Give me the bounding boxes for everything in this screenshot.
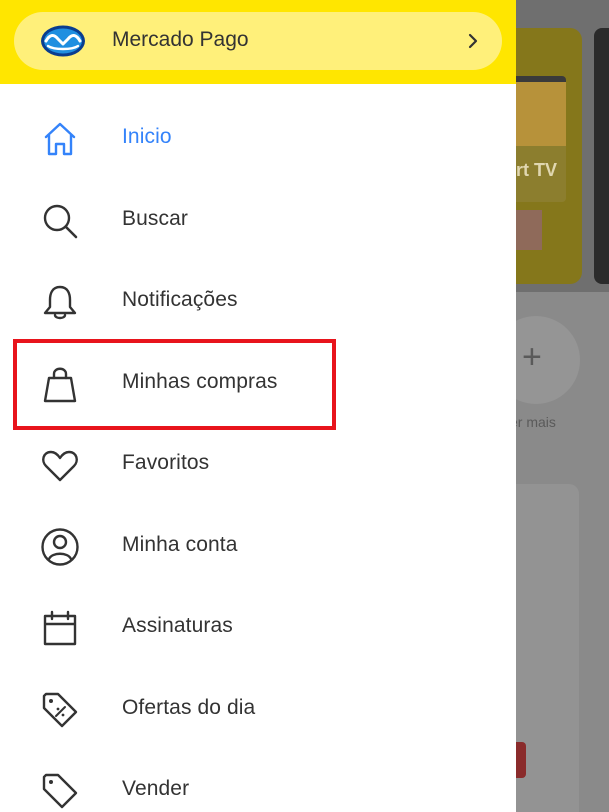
tag-percent-icon: [42, 692, 78, 727]
menu-item-label: Notificações: [122, 288, 238, 311]
menu-item-label: Minhas compras: [122, 369, 278, 393]
drawer-header: Mercado Pago: [0, 0, 516, 84]
heart-icon: [42, 450, 78, 482]
bell-icon: [43, 285, 77, 320]
menu-item-favoritos[interactable]: Favoritos: [0, 423, 516, 505]
menu-item-label: Inicio: [122, 125, 172, 148]
background-product-image: [516, 210, 542, 250]
menu-item-label: Buscar: [122, 206, 188, 230]
search-icon: [43, 204, 78, 238]
app-viewport: rt TV + er mais Mercado Pago Inicio Busc…: [0, 0, 609, 812]
menu-item-minha-conta[interactable]: Minha conta: [0, 505, 516, 587]
mercado-pago-logo-icon: [41, 25, 85, 57]
menu-item-inicio[interactable]: Inicio: [0, 97, 516, 179]
plus-icon: +: [522, 338, 542, 376]
calendar-icon: [43, 610, 77, 646]
menu-item-label: Ofertas do dia: [122, 695, 256, 719]
menu-item-minhas-compras[interactable]: Minhas compras: [0, 342, 516, 424]
background-next-banner: [594, 28, 609, 284]
mercado-pago-button[interactable]: Mercado Pago: [14, 12, 502, 70]
home-icon: [44, 122, 76, 156]
menu-item-notificacoes[interactable]: Notificações: [0, 260, 516, 342]
drawer-menu: Inicio Buscar Notificações Minhas compra…: [0, 97, 516, 812]
menu-item-label: Assinaturas: [122, 614, 233, 637]
menu-item-vender[interactable]: Vender: [0, 749, 516, 812]
menu-item-ofertas-do-dia[interactable]: Ofertas do dia: [0, 668, 516, 750]
user-icon: [41, 527, 79, 566]
menu-item-label: Vender: [122, 777, 190, 800]
menu-item-assinaturas[interactable]: Assinaturas: [0, 586, 516, 668]
background-tv-image: [512, 76, 566, 202]
chevron-right-icon: [468, 33, 478, 49]
menu-item-label: Minha conta: [122, 532, 238, 556]
mercado-pago-label: Mercado Pago: [112, 28, 249, 51]
background-more-label: er mais: [510, 414, 556, 430]
navigation-drawer: Mercado Pago Inicio Buscar Notificações …: [0, 0, 516, 812]
background-banner-text: rt TV: [516, 160, 558, 180]
tag-icon: [42, 773, 78, 809]
menu-item-label: Favoritos: [122, 451, 210, 474]
menu-item-buscar[interactable]: Buscar: [0, 179, 516, 261]
shopping-bag-icon: [43, 367, 77, 402]
